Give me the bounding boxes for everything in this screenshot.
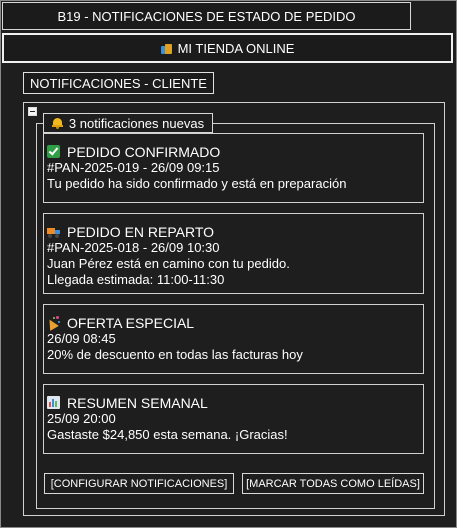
party-popper-icon — [45, 316, 60, 331]
collapse-toggle-button[interactable] — [28, 107, 37, 116]
configure-notifications-label: [CONFIGURAR NOTIFICACIONES] — [50, 477, 228, 490]
notification-message: Juan Pérez está en camino con tu pedido. — [47, 256, 290, 271]
notification-title: OFERTA ESPECIAL — [67, 314, 195, 331]
notification-timestamp: 25/09 20:00 — [47, 411, 116, 426]
shopping-bags-icon — [160, 43, 172, 54]
notification-order-line: #PAN-2025-019 - 26/09 09:15 — [47, 160, 220, 175]
configure-notifications-button[interactable]: [CONFIGURAR NOTIFICACIONES] — [44, 473, 234, 494]
window-title-tab[interactable]: B19 - NOTIFICACIONES DE ESTADO DE PEDIDO — [2, 2, 411, 30]
notification-order-line: #PAN-2025-018 - 26/09 10:30 — [47, 240, 220, 255]
notification-card-order-in-delivery[interactable]: PEDIDO EN REPARTO #PAN-2025-018 - 26/09 … — [43, 213, 424, 294]
section-label: NOTIFICACIONES - CLIENTE — [23, 72, 214, 94]
bell-icon — [51, 117, 63, 129]
store-header: MI TIENDA ONLINE — [2, 33, 453, 63]
store-name: MI TIENDA ONLINE — [177, 40, 295, 56]
delivery-truck-icon — [47, 225, 60, 238]
mark-all-read-label: [MARCAR TODAS COMO LEÍDAS] — [246, 477, 420, 490]
section-label-text: NOTIFICACIONES - CLIENTE — [30, 75, 207, 91]
notification-card-weekly-summary[interactable]: RESUMEN SEMANAL 25/09 20:00 Gastaste $24… — [43, 384, 424, 454]
notification-title: PEDIDO CONFIRMADO — [67, 143, 221, 160]
check-mark-icon — [47, 145, 60, 158]
bar-chart-icon — [47, 396, 60, 409]
notification-eta: Llegada estimada: 11:00-11:30 — [47, 272, 225, 287]
notification-title: PEDIDO EN REPARTO — [67, 223, 215, 240]
notification-message: 20% de descuento en todas las facturas h… — [47, 347, 303, 362]
notification-message: Tu pedido ha sido confirmado y está en p… — [47, 176, 347, 191]
notification-card-order-confirmed[interactable]: PEDIDO CONFIRMADO #PAN-2025-019 - 26/09 … — [43, 133, 424, 203]
notification-title: RESUMEN SEMANAL — [67, 394, 208, 411]
mark-all-read-button[interactable]: [MARCAR TODAS COMO LEÍDAS] — [242, 473, 424, 494]
notification-card-special-offer[interactable]: OFERTA ESPECIAL 26/09 08:45 20% de descu… — [43, 304, 424, 374]
notification-message: Gastaste $24,850 esta semana. ¡Gracias! — [47, 427, 288, 442]
window-title: B19 - NOTIFICACIONES DE ESTADO DE PEDIDO — [57, 8, 356, 24]
notification-timestamp: 26/09 08:45 — [47, 331, 116, 346]
notifications-group-legend: 3 notificaciones nuevas — [43, 113, 213, 133]
new-notifications-count: 3 notificaciones nuevas — [68, 115, 205, 131]
